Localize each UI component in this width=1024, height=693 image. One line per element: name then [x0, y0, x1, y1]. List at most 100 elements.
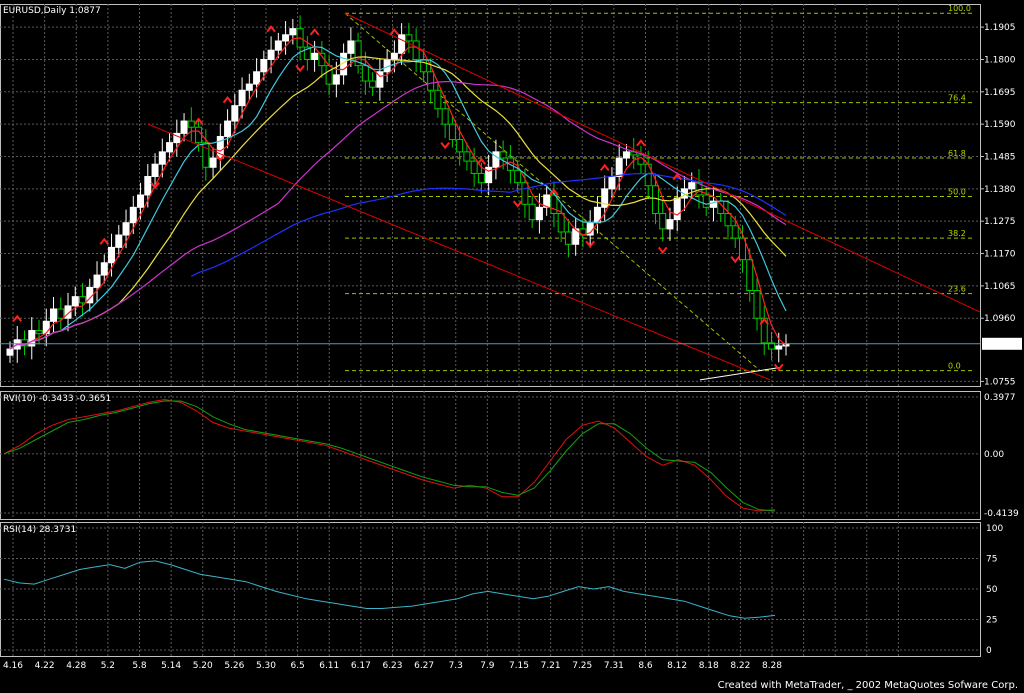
candle-bear	[521, 182, 529, 205]
candle-bull	[115, 234, 123, 248]
x-tick-label: 8.12	[667, 661, 687, 671]
fractal-up-marker	[309, 28, 320, 36]
candle-bull	[238, 89, 246, 107]
fibonacci-level-label: 0.0	[948, 362, 961, 371]
candle-bear	[427, 71, 435, 91]
candle-bull	[390, 52, 398, 60]
candle-bull	[42, 320, 50, 335]
rsi-y-tick-label: 75	[986, 555, 997, 565]
y-tick-label: 1.1065	[984, 282, 1016, 292]
candle-bull	[260, 58, 268, 73]
candle-bull	[71, 296, 79, 307]
y-tick-label: 1.1380	[984, 185, 1016, 195]
candle-bull	[166, 142, 174, 153]
candle-bull	[224, 120, 232, 137]
fractal-down-marker	[440, 142, 450, 150]
candle-bull	[180, 120, 188, 134]
candle-bear	[499, 151, 507, 159]
x-tick-label: 7.9	[480, 661, 495, 671]
candle-bear	[405, 34, 413, 42]
candle-bull	[535, 206, 543, 221]
candle-bear	[361, 65, 369, 82]
x-tick-label: 6.23	[382, 661, 402, 671]
candle-bear	[564, 231, 572, 245]
candle-bull	[347, 40, 355, 54]
candle-bear	[369, 80, 377, 88]
rvi-pane-frame	[0, 391, 981, 520]
rvi-main-line	[3, 398, 776, 512]
candle-bear	[57, 308, 65, 319]
x-tick-label: 6.11	[319, 661, 339, 671]
rvi-panel-title: RVI(10) -0.3433 -0.3651	[3, 394, 111, 404]
chart-canvas: 4.16 4.22 4.28 5.2 5.8 5.14 5.20 5.26 5.30 6.5 6.1…	[0, 4, 1022, 671]
fibonacci-level-label: 23.6	[948, 285, 966, 294]
x-tick-label: 5.8	[132, 661, 147, 671]
candle-bull	[666, 219, 674, 230]
candle-bull	[673, 197, 681, 221]
x-tick-label: 7.15	[509, 661, 529, 671]
candle-bull	[289, 28, 297, 36]
candle-bull	[50, 308, 58, 322]
candle-bear	[448, 123, 456, 141]
y-tick-label: 1.1800	[984, 55, 1016, 65]
fibonacci-level-label: 76.4	[948, 94, 966, 103]
candle-bull	[93, 274, 101, 288]
candle-bear	[724, 212, 732, 227]
y-tick-label: 1.1170	[984, 250, 1016, 260]
fractal-up-marker	[12, 314, 23, 322]
candle-bear	[441, 108, 449, 125]
rvi-signal-line	[3, 400, 776, 512]
y-tick-label: 1.1485	[984, 152, 1016, 162]
x-tick-label: 5.30	[256, 661, 276, 671]
candle-bull	[231, 105, 239, 122]
candle-bear	[557, 212, 565, 233]
x-tick-label: 6.17	[351, 661, 371, 671]
candle-bull	[100, 262, 108, 276]
candle-bull	[267, 49, 275, 60]
fractal-up-marker	[99, 237, 110, 245]
fibonacci-level-label: 38.2	[948, 229, 966, 238]
rsi-y-tick-label: 100	[986, 524, 1003, 534]
candle-bull	[122, 222, 130, 236]
fibonacci-level-label: 61.8	[948, 149, 966, 158]
x-tick-label: 7.25	[572, 661, 592, 671]
x-tick-label: 8.28	[762, 661, 782, 671]
fibonacci-level-label: 50.0	[948, 188, 966, 197]
moving-average-slow	[9, 56, 787, 350]
rvi-y-tick-label: -0.4139	[984, 509, 1019, 519]
fractal-up-marker	[389, 28, 400, 36]
candle-bull	[209, 157, 217, 168]
fractal-down-marker	[512, 200, 523, 208]
candle-bear	[651, 185, 659, 214]
candle-bull	[282, 34, 290, 42]
rsi-y-tick-label: 0	[986, 646, 992, 656]
candle-bull	[274, 40, 282, 51]
candle-bull	[615, 157, 623, 178]
last-price-label: 1.0877	[984, 340, 1016, 350]
candle-bear	[731, 225, 739, 239]
candle-bull	[6, 348, 14, 356]
candle-bear	[550, 194, 558, 214]
moving-average-fast	[9, 37, 787, 350]
credit-footer: Created with MetaTrader, _ 2002 MetaQuot…	[717, 680, 1018, 691]
y-tick-label: 1.1695	[984, 88, 1016, 98]
x-tick-label: 7.3	[449, 661, 463, 671]
candle-bear	[746, 259, 754, 291]
fractal-down-marker	[730, 255, 741, 264]
rsi-y-tick-label: 50	[986, 585, 998, 595]
x-tick-label: 7.21	[541, 661, 561, 671]
channel-lower-line	[147, 123, 771, 381]
rsi-line	[3, 560, 776, 619]
candle-bull	[245, 83, 253, 91]
candle-bull	[398, 34, 406, 54]
candle-bull	[622, 151, 630, 159]
candle-bear	[79, 296, 87, 304]
candle-bull	[108, 246, 116, 264]
x-tick-label: 5.26	[224, 661, 244, 671]
candle-bear	[528, 203, 536, 221]
candle-bull	[332, 74, 340, 85]
x-tick-label: 4.28	[66, 661, 86, 671]
candle-bear	[702, 194, 710, 208]
rvi-y-tick-label: 0.3977	[984, 393, 1016, 403]
candle-bear	[753, 290, 761, 319]
